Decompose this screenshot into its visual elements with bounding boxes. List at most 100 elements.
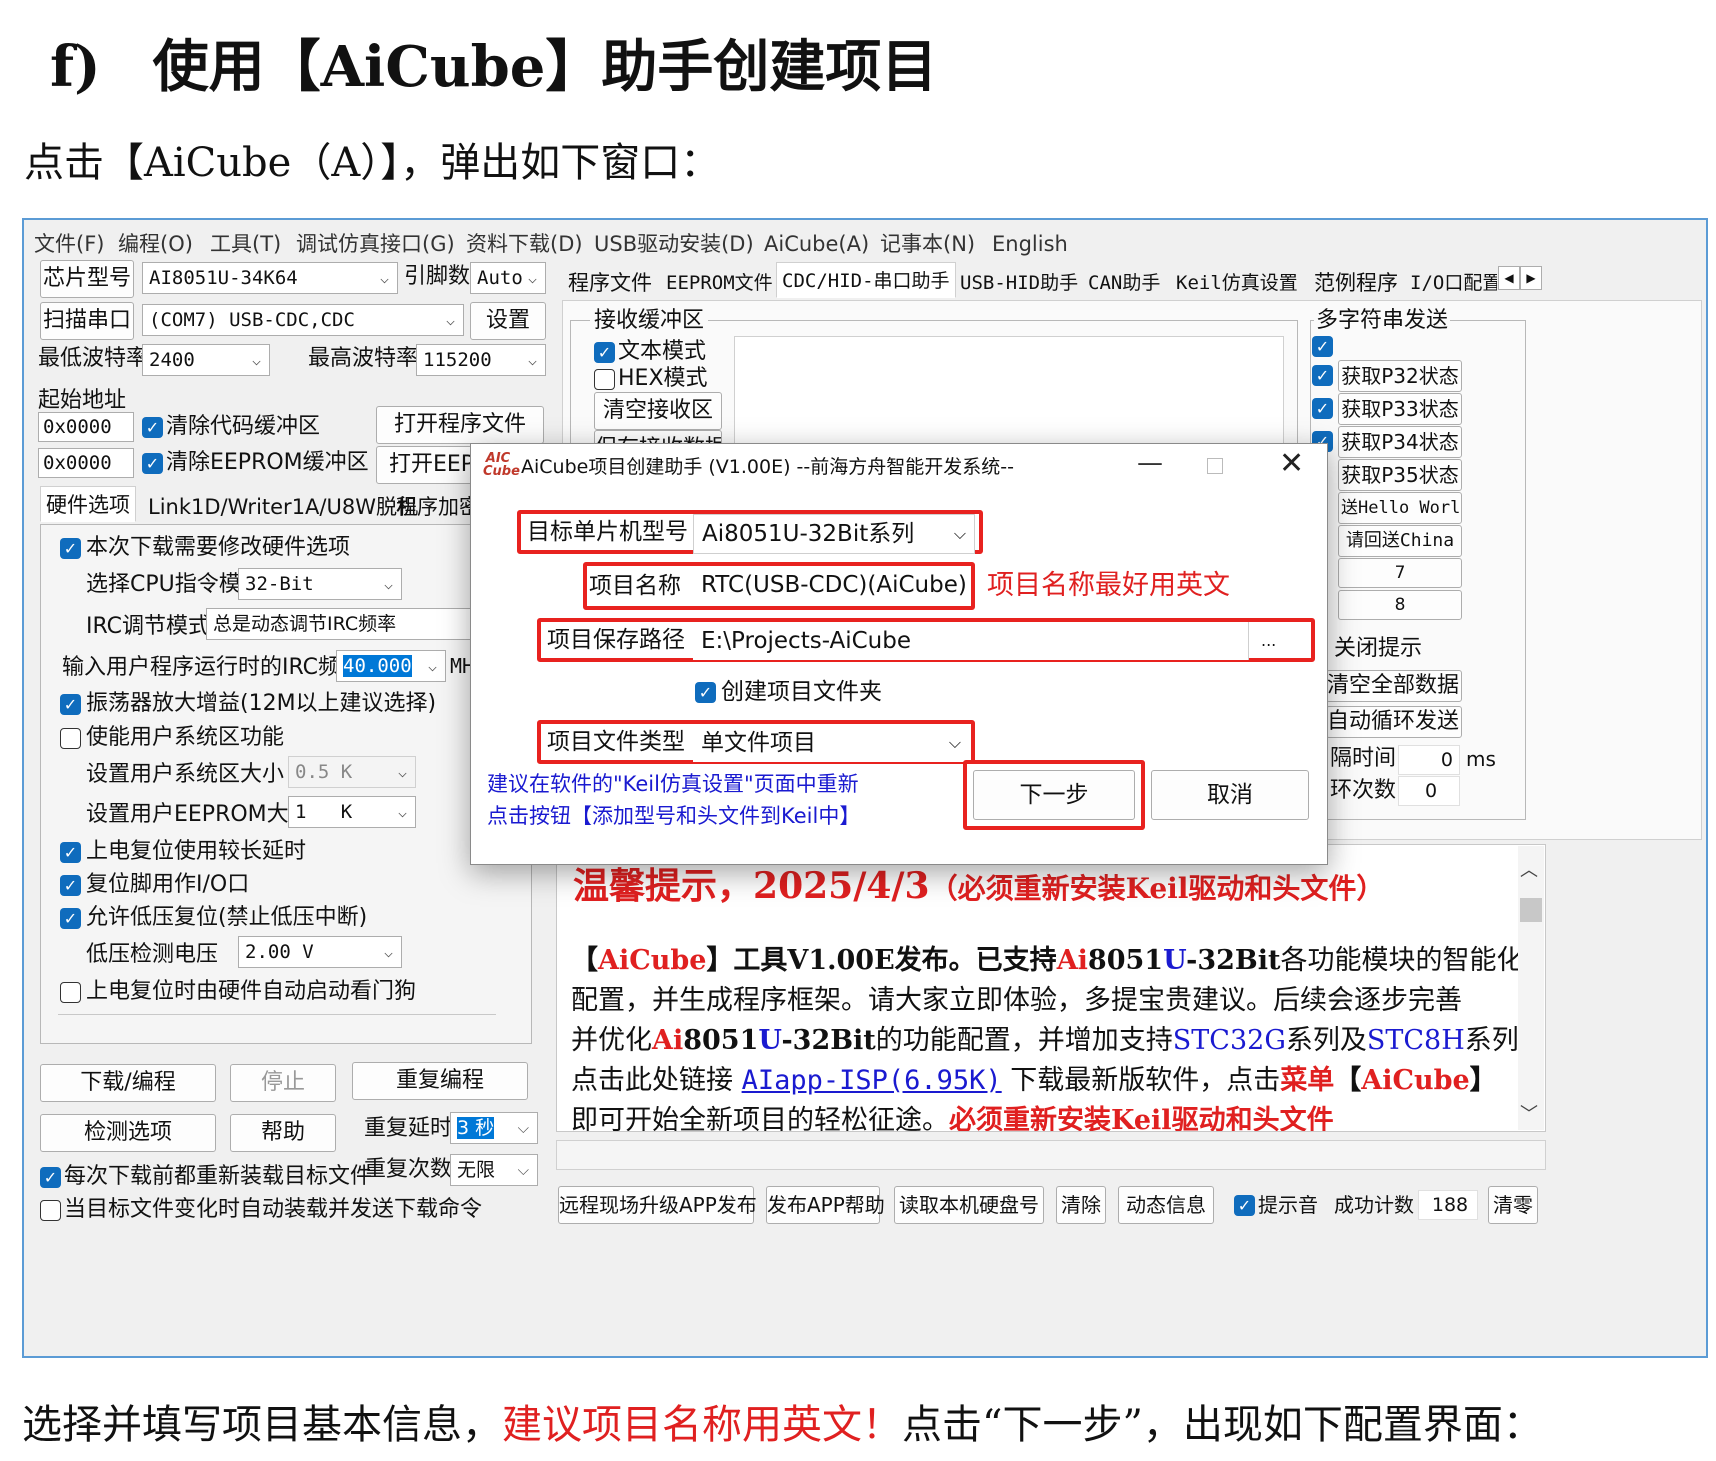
- tab-offline[interactable]: Link1D/Writer1A/U8W脱机: [142, 488, 424, 524]
- multi-send-button-7[interactable]: 7: [1338, 558, 1462, 588]
- browse-button[interactable]: ...: [1261, 622, 1276, 660]
- checkbox-checked-icon[interactable]: ✓: [1312, 365, 1333, 386]
- download-button[interactable]: 下载/编程: [40, 1064, 216, 1102]
- multi-send-button-3[interactable]: 获取P34状态: [1338, 426, 1462, 458]
- menu-debug[interactable]: 调试仿真接口(G): [296, 224, 455, 264]
- type-select[interactable]: 单文件项目 ⌵: [693, 724, 969, 762]
- project-name-input[interactable]: RTC(USB-CDC)(AiCube): [693, 566, 969, 604]
- menu-tools[interactable]: 工具(T): [210, 224, 281, 264]
- multi-send-button-8[interactable]: 8: [1338, 590, 1462, 620]
- multi-send-button-2[interactable]: 获取P33状态: [1338, 393, 1462, 425]
- clear-all-button[interactable]: 清空全部数据: [1326, 670, 1462, 702]
- clear-button[interactable]: 清除: [1056, 1186, 1106, 1224]
- tab-cdc-hid-assistant[interactable]: CDC/HID-串口助手: [776, 262, 956, 298]
- menu-english[interactable]: English: [992, 224, 1068, 264]
- minimize-icon[interactable]: —: [1137, 448, 1163, 478]
- tab-keil-settings[interactable]: Keil仿真设置: [1170, 264, 1304, 300]
- close-icon[interactable]: ✕: [1279, 446, 1304, 481]
- project-path-input[interactable]: E:\Projects-AiCube: [693, 622, 1249, 660]
- scrollbar-track[interactable]: [58, 1014, 496, 1015]
- tab-io-config[interactable]: I/O口配置: [1404, 264, 1498, 300]
- eeprom-address-input[interactable]: 0x0000: [38, 448, 134, 478]
- checkbox-unchecked-icon[interactable]: ✓: [60, 728, 81, 749]
- menu-file[interactable]: 文件(F): [34, 224, 104, 264]
- checkbox-checked-icon[interactable]: ✓: [142, 417, 163, 438]
- checkbox-checked-icon[interactable]: ✓: [695, 682, 716, 703]
- checkbox-checked-icon[interactable]: ✓: [60, 875, 81, 896]
- loop-count-input[interactable]: 0: [1398, 776, 1460, 806]
- stop-button[interactable]: 停止: [230, 1064, 336, 1102]
- checkbox-unchecked-icon[interactable]: ✓: [594, 369, 615, 390]
- checkbox-checked-icon[interactable]: ✓: [60, 538, 81, 559]
- tab-hardware-options[interactable]: 硬件选项: [40, 486, 136, 522]
- checkbox-checked-icon[interactable]: ✓: [594, 342, 615, 363]
- menu-aicube[interactable]: AiCube(A): [764, 224, 869, 264]
- tab-scroll-right-icon[interactable]: ▶: [1520, 266, 1542, 290]
- open-program-button[interactable]: 打开程序文件: [376, 406, 544, 444]
- scroll-down-icon[interactable]: ﹀: [1520, 1100, 1538, 1126]
- checkbox-unchecked-icon[interactable]: ✓: [40, 1200, 61, 1221]
- tab-examples[interactable]: 范例程序: [1308, 264, 1404, 300]
- sys-size-select[interactable]: 0.5 K ⌵: [288, 756, 416, 788]
- app-help-button[interactable]: 发布APP帮助: [766, 1186, 885, 1224]
- repeat-delay-select[interactable]: 3 秒 ⌵: [450, 1112, 538, 1144]
- send-input[interactable]: [556, 1140, 1546, 1170]
- scan-port-button[interactable]: 扫描串口: [40, 302, 134, 340]
- max-baud-select[interactable]: 115200 ⌵: [416, 344, 546, 376]
- pin-select[interactable]: Auto ⌵: [470, 262, 546, 294]
- irc-mode-select[interactable]: 总是动态调节IRC频率: [206, 608, 486, 640]
- code-address-input[interactable]: 0x0000: [38, 412, 134, 442]
- checkbox-checked-icon[interactable]: ✓: [142, 453, 163, 474]
- auto-loop-button[interactable]: 自动循环发送: [1326, 706, 1462, 738]
- reprogram-button[interactable]: 重复编程: [352, 1062, 528, 1100]
- download-link[interactable]: AIapp-ISP(6.95K): [742, 1065, 1002, 1096]
- checkbox-checked-icon[interactable]: ✓: [1234, 1195, 1255, 1216]
- multi-send-button-4[interactable]: 获取P35状态: [1338, 459, 1462, 491]
- scroll-up-icon[interactable]: ︿: [1520, 856, 1538, 882]
- scroll-thumb[interactable]: [1520, 898, 1542, 922]
- multi-send-button-1[interactable]: 获取P32状态: [1338, 360, 1462, 392]
- checkbox-checked-icon[interactable]: ✓: [60, 694, 81, 715]
- menu-notepad[interactable]: 记事本(N): [880, 224, 975, 264]
- checkbox-checked-icon[interactable]: ✓: [1312, 336, 1333, 357]
- port-select[interactable]: (COM7) USB-CDC,CDC ⌵: [142, 304, 464, 336]
- maximize-icon[interactable]: [1207, 458, 1223, 474]
- tab-usb-hid[interactable]: USB-HID助手: [954, 264, 1084, 300]
- menu-downloads[interactable]: 资料下载(D): [466, 224, 583, 264]
- news-scrollbar[interactable]: [1518, 846, 1544, 1130]
- help-button[interactable]: 帮助: [230, 1114, 336, 1152]
- checkbox-checked-icon[interactable]: ✓: [40, 1167, 61, 1188]
- interval-input[interactable]: 0: [1398, 745, 1460, 775]
- min-baud-select[interactable]: 2400 ⌵: [142, 344, 270, 376]
- tab-can[interactable]: CAN助手: [1082, 264, 1166, 300]
- recv-textarea[interactable]: [734, 336, 1284, 446]
- checkbox-checked-icon[interactable]: ✓: [1312, 398, 1333, 419]
- next-button[interactable]: 下一步: [973, 770, 1135, 820]
- irc-freq-select[interactable]: 40.000 ⌵: [336, 650, 446, 682]
- tab-program-file[interactable]: 程序文件: [562, 264, 658, 300]
- menu-program[interactable]: 编程(O): [118, 224, 193, 264]
- mcu-select[interactable]: Ai8051U-32Bit系列 ⌵: [693, 514, 975, 554]
- checkbox-checked-icon[interactable]: ✓: [60, 908, 81, 929]
- tab-eeprom-file[interactable]: EEPROM文件: [660, 264, 779, 300]
- tab-scroll-left-icon[interactable]: ◀: [1498, 266, 1520, 290]
- remote-upgrade-button[interactable]: 远程现场升级APP发布: [558, 1186, 757, 1224]
- multi-send-button-6[interactable]: 请回送China: [1338, 525, 1462, 557]
- dynamic-info-button[interactable]: 动态信息: [1118, 1186, 1214, 1224]
- checkbox-checked-icon[interactable]: ✓: [60, 842, 81, 863]
- chip-select[interactable]: AI8051U-34K64 ⌵: [142, 262, 398, 294]
- eeprom-size-select[interactable]: 1 K ⌵: [288, 796, 416, 828]
- menu-usb-driver[interactable]: USB驱动安装(D): [594, 224, 754, 264]
- settings-button[interactable]: 设置: [470, 302, 546, 340]
- cancel-button[interactable]: 取消: [1151, 770, 1309, 820]
- checkbox-unchecked-icon[interactable]: ✓: [60, 982, 81, 1003]
- cpu-mode-select[interactable]: 32-Bit ⌵: [238, 568, 402, 600]
- read-disk-id-button[interactable]: 读取本机硬盘号: [894, 1186, 1044, 1224]
- check-options-button[interactable]: 检测选项: [40, 1114, 216, 1152]
- reset-count-button[interactable]: 清零: [1488, 1186, 1538, 1224]
- multi-send-button-5[interactable]: 送Hello Worl: [1338, 492, 1462, 524]
- lvd-select[interactable]: 2.00 V ⌵: [238, 936, 402, 968]
- news-text: 各功能模块的智能化: [1280, 945, 1524, 976]
- clear-recv-button[interactable]: 清空接收区: [594, 392, 722, 430]
- repeat-count-select[interactable]: 无限 ⌵: [450, 1154, 538, 1186]
